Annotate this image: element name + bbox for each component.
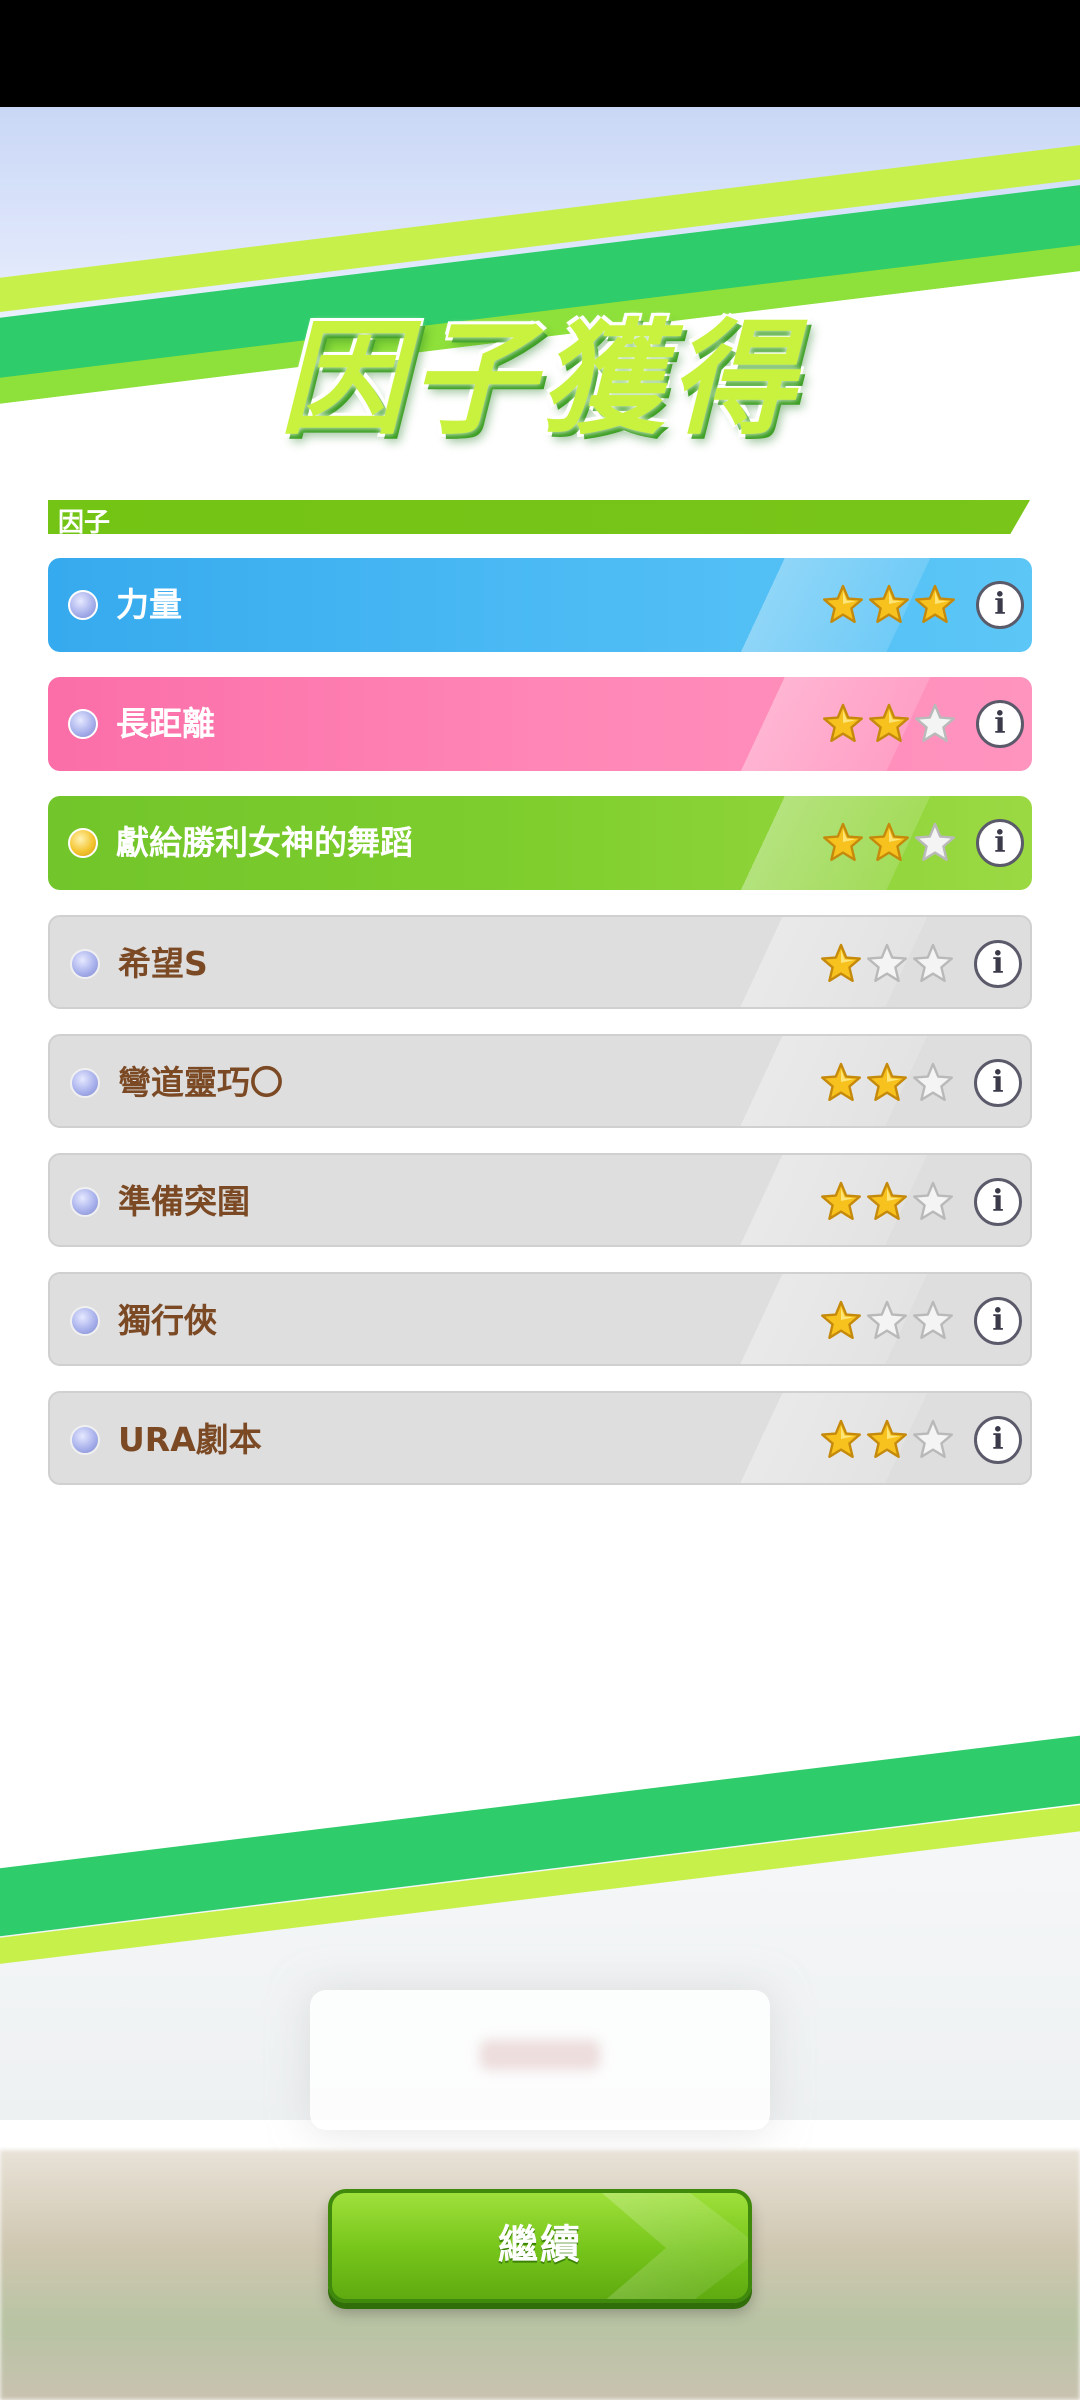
- blue-gem-icon: [70, 1068, 100, 1098]
- factor-row[interactable]: 獨行俠 i: [48, 1272, 1032, 1366]
- blue-gem-icon: [70, 1306, 100, 1336]
- star-empty-icon: [913, 943, 953, 982]
- star-rating: [822, 698, 956, 750]
- star-rating: [822, 817, 956, 869]
- blue-gem-icon: [68, 590, 98, 620]
- star-filled-icon: [867, 1062, 907, 1101]
- continue-button[interactable]: 繼續: [328, 2189, 752, 2303]
- star-rating: [820, 1057, 954, 1109]
- star-empty-icon: [913, 1181, 953, 1220]
- factor-row[interactable]: 長距離 i: [48, 677, 1032, 771]
- status-bar: [0, 0, 1080, 107]
- page-title: 因子獲得: [279, 308, 800, 452]
- star-filled-icon: [823, 703, 863, 742]
- continue-label: 繼續: [498, 2222, 582, 2268]
- star-filled-icon: [915, 584, 955, 623]
- blue-gem-icon: [68, 709, 98, 739]
- gold-gem-icon: [68, 828, 98, 858]
- star-empty-icon: [913, 1300, 953, 1339]
- factor-name: 力量: [116, 585, 182, 624]
- star-filled-icon: [869, 703, 909, 742]
- blue-gem-icon: [70, 1425, 100, 1455]
- factor-name: 獻給勝利女神的舞蹈: [116, 823, 413, 862]
- info-icon[interactable]: i: [976, 700, 1024, 748]
- blue-gem-icon: [70, 949, 100, 979]
- star-filled-icon: [823, 822, 863, 861]
- factor-name: 獨行俠: [118, 1301, 217, 1340]
- info-icon[interactable]: i: [974, 1416, 1022, 1464]
- factor-name: 長距離: [116, 704, 215, 743]
- factor-row[interactable]: 希望S i: [48, 915, 1032, 1009]
- star-filled-icon: [821, 1181, 861, 1220]
- factor-row[interactable]: 彎道靈巧〇 i: [48, 1034, 1032, 1128]
- star-empty-icon: [867, 1300, 907, 1339]
- info-icon[interactable]: i: [976, 819, 1024, 867]
- star-filled-icon: [869, 584, 909, 623]
- star-filled-icon: [821, 1419, 861, 1458]
- star-empty-icon: [867, 943, 907, 982]
- info-icon[interactable]: i: [974, 1297, 1022, 1345]
- section-header-label: 因子: [58, 508, 111, 538]
- star-filled-icon: [821, 943, 861, 982]
- info-icon[interactable]: i: [976, 581, 1024, 629]
- blurred-text: [480, 2040, 600, 2070]
- star-empty-icon: [915, 822, 955, 861]
- star-filled-icon: [867, 1181, 907, 1220]
- star-empty-icon: [913, 1062, 953, 1101]
- info-icon[interactable]: i: [974, 1059, 1022, 1107]
- star-empty-icon: [913, 1419, 953, 1458]
- star-rating: [820, 1414, 954, 1466]
- factor-row[interactable]: 力量 i: [48, 558, 1032, 652]
- blue-gem-icon: [70, 1187, 100, 1217]
- factor-row[interactable]: 準備突圍 i: [48, 1153, 1032, 1247]
- info-icon[interactable]: i: [974, 940, 1022, 988]
- factor-name: 彎道靈巧〇: [118, 1063, 283, 1102]
- factor-row[interactable]: 獻給勝利女神的舞蹈 i: [48, 796, 1032, 890]
- factor-row[interactable]: URA劇本 i: [48, 1391, 1032, 1485]
- star-filled-icon: [867, 1419, 907, 1458]
- section-header: 因子: [48, 500, 1030, 534]
- star-filled-icon: [821, 1300, 861, 1339]
- star-empty-icon: [915, 703, 955, 742]
- star-rating: [820, 1176, 954, 1228]
- star-rating: [822, 579, 956, 631]
- info-icon[interactable]: i: [974, 1178, 1022, 1226]
- factor-name: 準備突圍: [118, 1182, 250, 1221]
- blurred-background-card: [310, 1990, 770, 2130]
- star-filled-icon: [869, 822, 909, 861]
- star-rating: [820, 938, 954, 990]
- star-filled-icon: [821, 1062, 861, 1101]
- factor-name: URA劇本: [118, 1420, 262, 1459]
- star-filled-icon: [823, 584, 863, 623]
- factor-name: 希望S: [118, 944, 208, 983]
- star-rating: [820, 1295, 954, 1347]
- factor-list: 力量 i 長距離 i 獻給勝利女神的舞蹈 i 希望S i 彎道靈巧〇 i 準備突…: [48, 558, 1032, 1510]
